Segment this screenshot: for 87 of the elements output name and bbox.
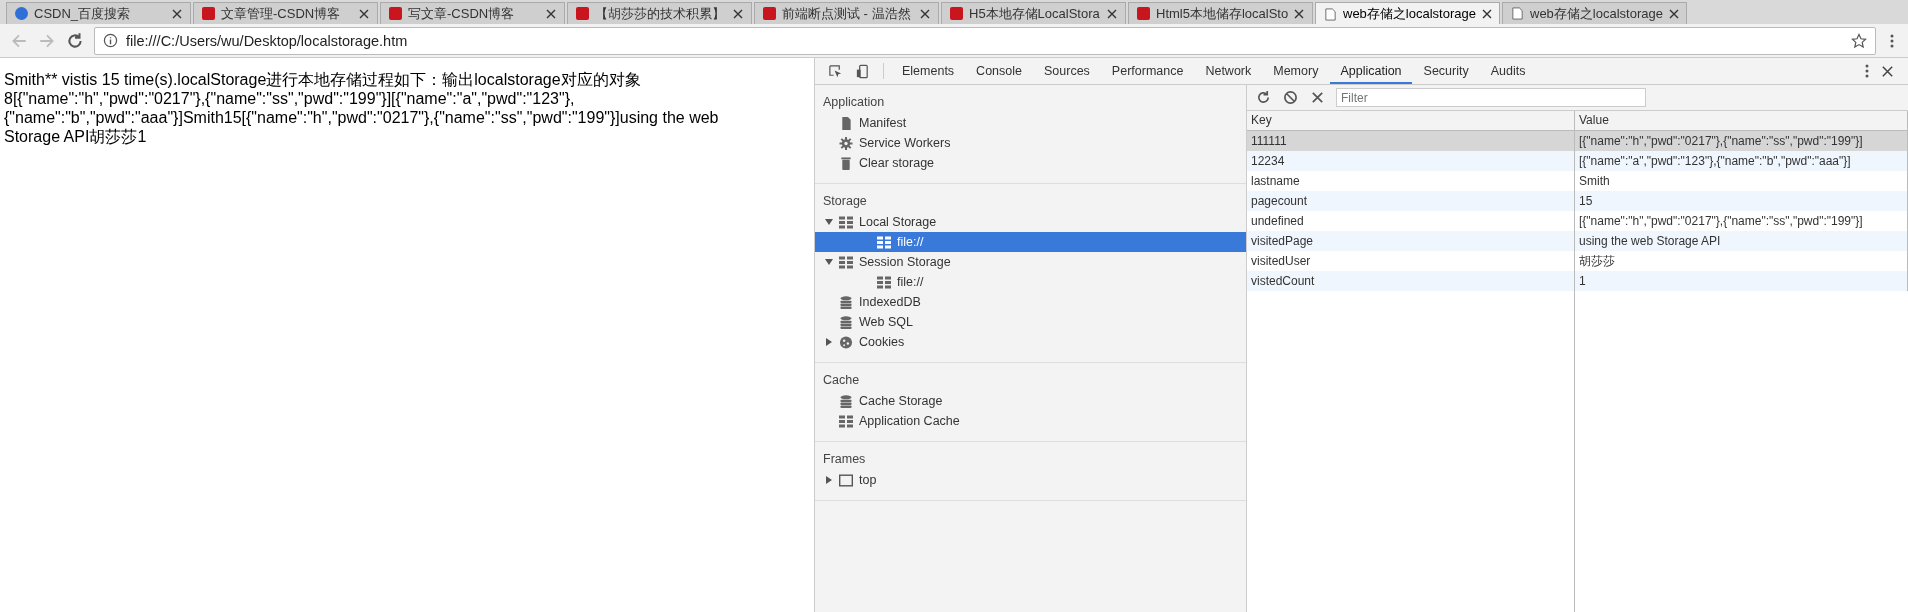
gear-icon bbox=[839, 136, 853, 150]
section-heading: Cache bbox=[822, 372, 861, 389]
collapsed-triangle-icon[interactable] bbox=[825, 338, 833, 346]
cookie-icon bbox=[839, 335, 853, 349]
table-row[interactable]: visitedPage using the web Storage API bbox=[1247, 231, 1908, 251]
frame-icon bbox=[839, 473, 853, 487]
filter-field[interactable]: Filter bbox=[1336, 88, 1646, 107]
section-heading: Application bbox=[822, 94, 886, 111]
table-row[interactable]: 111111 [{"name":"h","pwd":"0217"},{"name":"ss","pwd":"199"}] bbox=[1247, 131, 1908, 151]
address-field[interactable]: file:///C:/Users/wu/Desktop/localstorage.htm bbox=[94, 26, 1876, 55]
sidebar-item[interactable]: top bbox=[815, 470, 1246, 490]
value-cell: using the web Storage API bbox=[1575, 231, 1908, 251]
key-cell: 12234 bbox=[1247, 151, 1575, 171]
collapsed-triangle-icon[interactable] bbox=[825, 476, 833, 484]
expanded-triangle-icon[interactable] bbox=[825, 218, 833, 226]
panel-tab[interactable]: Elements bbox=[892, 58, 965, 84]
browser-tab[interactable]: 【胡莎莎的技术积累】 bbox=[567, 2, 752, 24]
table-row[interactable]: pagecount 15 bbox=[1247, 191, 1908, 211]
close-icon[interactable] bbox=[546, 8, 556, 19]
url-text: file:///C:/Users/wu/Desktop/localstorage.htm bbox=[126, 32, 409, 49]
value-cell: [{"name":"a","pwd":"123"},{"name":"b","pwd":"aaa"}] bbox=[1575, 151, 1908, 171]
page-icon bbox=[1324, 7, 1337, 21]
browser-tab[interactable]: 前端断点测试 - 温浩然 bbox=[754, 2, 939, 24]
table-row[interactable]: 12234 [{"name":"a","pwd":"123"},{"name":"b","pwd":"aaa"}] bbox=[1247, 151, 1908, 171]
value-cell: 15 bbox=[1575, 191, 1908, 211]
close-icon[interactable] bbox=[1294, 8, 1305, 19]
page-text-line: Storage API胡莎莎1 bbox=[4, 127, 148, 146]
trash-icon bbox=[839, 156, 853, 170]
grid-icon bbox=[877, 235, 891, 249]
sidebar-item[interactable]: Local Storage bbox=[815, 212, 1246, 232]
panel-tab[interactable]: Performance bbox=[1101, 58, 1194, 84]
sidebar-item[interactable]: Cookies bbox=[815, 332, 1246, 352]
table-row[interactable]: vistedCount 1 bbox=[1247, 271, 1908, 291]
browser-tab[interactable]: CSDN_百度搜索 bbox=[6, 2, 191, 24]
browser-tab[interactable]: web存储之localstorage bbox=[1315, 2, 1500, 25]
sidebar-item[interactable]: IndexedDB bbox=[815, 292, 1246, 312]
database-icon bbox=[839, 315, 853, 329]
close-icon[interactable] bbox=[1668, 8, 1679, 19]
value-cell: 1 bbox=[1575, 271, 1908, 291]
key-cell: pagecount bbox=[1247, 191, 1575, 211]
grid-icon bbox=[839, 255, 853, 269]
panel-tab[interactable]: Sources bbox=[1034, 58, 1100, 84]
panel-tab[interactable]: Network bbox=[1195, 58, 1262, 84]
browser-tab[interactable]: H5本地存储LocalStora bbox=[941, 2, 1126, 24]
sidebar-item[interactable]: Manifest bbox=[815, 113, 1246, 133]
close-icon[interactable] bbox=[920, 8, 930, 19]
grid-icon bbox=[839, 215, 853, 229]
key-cell: vistedCount bbox=[1247, 271, 1575, 291]
page-text-line: 8[{"name":"h","pwd":"0217"},{"name":"ss","pwd":"199"}][{"name":"a","pwd":"123"}, bbox=[4, 89, 576, 108]
page-text-line: Smith** vistis 15 time(s).localStorage进行本地存储过程如下：输出localstorage对应的对象 bbox=[4, 70, 642, 89]
panel-tab[interactable]: Memory bbox=[1263, 58, 1329, 84]
panel-tab[interactable]: Audits bbox=[1480, 58, 1536, 84]
grid-icon bbox=[839, 414, 853, 428]
column-header[interactable]: Key bbox=[1247, 111, 1575, 130]
grid-icon bbox=[877, 275, 891, 289]
page-icon bbox=[1511, 7, 1524, 20]
database-icon bbox=[839, 394, 853, 408]
sidebar-item[interactable]: Web SQL bbox=[815, 312, 1246, 332]
star-icon[interactable] bbox=[1851, 32, 1867, 49]
sidebar-item[interactable]: Cache Storage bbox=[815, 391, 1246, 411]
database-icon bbox=[839, 295, 853, 309]
sidebar-item[interactable]: Session Storage bbox=[815, 252, 1246, 272]
close-icon[interactable] bbox=[359, 8, 369, 19]
close-icon[interactable] bbox=[172, 8, 182, 19]
browser-tab[interactable]: web存储之localstorage bbox=[1502, 2, 1687, 24]
info-icon[interactable] bbox=[103, 33, 118, 48]
document-icon bbox=[839, 116, 853, 130]
page-text-line: {"name":"b","pwd":"aaa"}]Smith15[{"name":"h","pwd":"0217"},{"name":"ss","pwd":"199"}]using the web bbox=[4, 108, 720, 127]
section-heading: Storage bbox=[822, 193, 868, 210]
close-icon[interactable] bbox=[733, 8, 743, 19]
sidebar-item[interactable]: Application Cache bbox=[815, 411, 1246, 431]
browser-tab[interactable]: 文章管理-CSDN博客 bbox=[193, 2, 378, 24]
section-heading: Frames bbox=[822, 451, 867, 468]
column-header[interactable]: Value bbox=[1575, 111, 1908, 130]
sidebar-item[interactable]: file:// bbox=[815, 272, 1246, 292]
close-icon[interactable] bbox=[1481, 9, 1492, 19]
panel-tab[interactable]: Console bbox=[966, 58, 1032, 84]
panel-tab[interactable]: Security bbox=[1413, 58, 1479, 84]
expanded-triangle-icon[interactable] bbox=[825, 258, 833, 266]
sidebar-item[interactable]: Service Workers bbox=[815, 133, 1246, 153]
close-icon[interactable] bbox=[1107, 8, 1117, 19]
sidebar-item[interactable]: file:// bbox=[815, 232, 1246, 252]
sidebar-item[interactable]: Clear storage bbox=[815, 153, 1246, 173]
reload-icon[interactable] bbox=[66, 31, 84, 50]
browser-tab[interactable]: Html5本地储存localSto bbox=[1128, 2, 1313, 24]
key-cell: visitedPage bbox=[1247, 231, 1575, 251]
browser-tab[interactable]: 写文章-CSDN博客 bbox=[380, 2, 565, 24]
